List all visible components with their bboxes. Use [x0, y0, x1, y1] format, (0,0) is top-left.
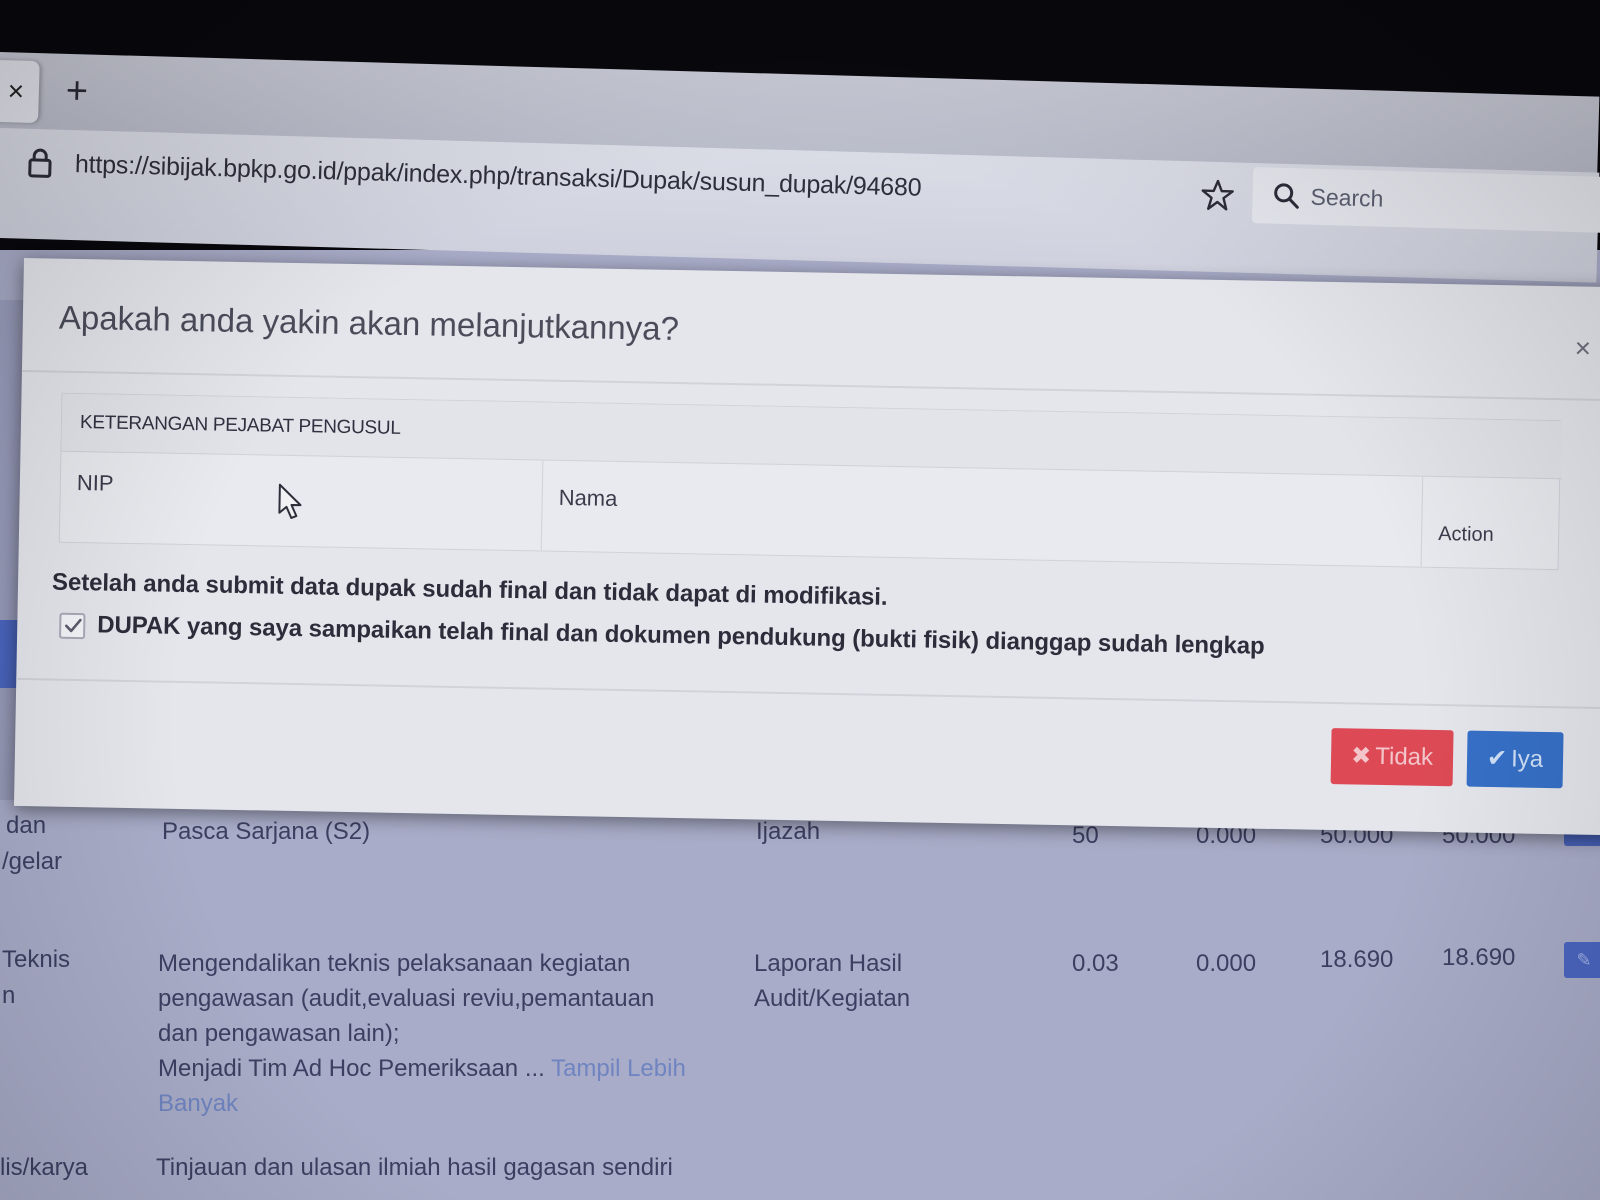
column-header-action: Action: [1422, 477, 1562, 570]
confirm-checkbox-row[interactable]: DUPAK yang saya sampaikan telah final da…: [59, 609, 1459, 675]
table-cell-category: n: [2, 982, 16, 1009]
edit-button[interactable]: ✎: [1564, 942, 1600, 978]
cross-icon: ✖: [1350, 742, 1372, 770]
proposer-panel: KETERANGAN PEJABAT PENGUSUL NIP Nama Act…: [58, 392, 1563, 571]
column-header-label: Action: [1437, 522, 1494, 546]
table-cell-value: 0.03: [1072, 950, 1119, 977]
column-header-nama: Nama: [541, 460, 1424, 567]
iya-button-label: Iya: [1510, 745, 1544, 773]
column-header-label: NIP: [76, 470, 114, 496]
table-cell-evidence: Laporan Hasil: [754, 950, 903, 977]
table-cell-value: 0.000: [1196, 950, 1257, 977]
panel-heading-text: KETERANGAN PEJABAT PENGUSUL: [79, 412, 401, 439]
edit-icon: ✎: [1576, 950, 1592, 970]
check-icon: ✔: [1486, 744, 1508, 773]
table-cell-description: pengawasan (audit,evaluasi reviu,pemanta…: [158, 985, 655, 1012]
final-warning-text: Setelah anda submit data dupak sudah fin…: [51, 568, 888, 611]
confirm-modal: Apakah anda yakin akan melanjutkannya? ×…: [13, 258, 1600, 836]
confirm-checkbox-label[interactable]: DUPAK yang saya sampaikan telah final da…: [97, 611, 1265, 660]
iya-button[interactable]: ✔ Iya: [1466, 730, 1564, 789]
mouse-cursor-icon: [278, 483, 302, 519]
table-cell-category: Teknis: [2, 946, 71, 973]
tidak-button-label: Tidak: [1375, 742, 1434, 771]
new-tab-button[interactable]: +: [56, 66, 97, 117]
table-cell-category: dan: [6, 812, 47, 839]
tidak-button[interactable]: ✖ Tidak: [1330, 728, 1454, 787]
modal-close-button[interactable]: ×: [1574, 332, 1591, 364]
search-placeholder: Search: [1310, 183, 1384, 212]
close-icon: ×: [7, 75, 25, 107]
checkmark-icon: [64, 618, 82, 633]
column-header-label: Nama: [558, 484, 618, 511]
show-more-link[interactable]: Tampil Lebih: [551, 1055, 686, 1082]
description-text: Menjadi Tim Ad Hoc Pemeriksaan ...: [158, 1055, 545, 1082]
table-cell-description: Tinjauan dan ulasan ilmiah hasil gagasan…: [156, 1154, 673, 1181]
table-cell-category: lis/karya: [0, 1154, 89, 1181]
search-icon: [1274, 183, 1299, 209]
table-cell-description: dan pengawasan lain);: [158, 1020, 400, 1047]
table-cell-value: 18.690: [1320, 946, 1394, 973]
table-cell-category: /gelar: [2, 848, 63, 875]
lock-icon: [28, 148, 52, 178]
browser-search-box[interactable]: Search: [1251, 167, 1600, 234]
table-cell-description: Mengendalikan teknis pelaksanaan kegiata…: [158, 950, 631, 977]
bookmark-star-icon[interactable]: [1200, 178, 1235, 213]
plus-icon: +: [65, 69, 89, 113]
modal-title: Apakah anda yakin akan melanjutkannya?: [58, 298, 680, 348]
show-more-link[interactable]: Banyak: [158, 1086, 238, 1121]
table-cell-description: Menjadi Tim Ad Hoc Pemeriksaan ... Tampi…: [158, 1051, 686, 1086]
close-icon: ×: [1574, 332, 1592, 364]
dupak-table: dan /gelar Pasca Sarjana (S2) Ijazah 50 …: [0, 800, 1600, 1200]
table-cell-evidence: Audit/Kegiatan: [754, 985, 911, 1012]
screen: dan /gelar Pasca Sarjana (S2) Ijazah 50 …: [0, 0, 1600, 1200]
tab-close-button[interactable]: ×: [0, 59, 40, 124]
modal-footer-divider: [16, 677, 1600, 710]
url-field[interactable]: https://sibijak.bpkp.go.id/ppak/index.ph…: [75, 150, 922, 203]
confirm-checkbox[interactable]: [59, 612, 86, 640]
table-cell-description: Pasca Sarjana (S2): [162, 818, 371, 845]
table-cell-value: 18.690: [1442, 944, 1516, 971]
